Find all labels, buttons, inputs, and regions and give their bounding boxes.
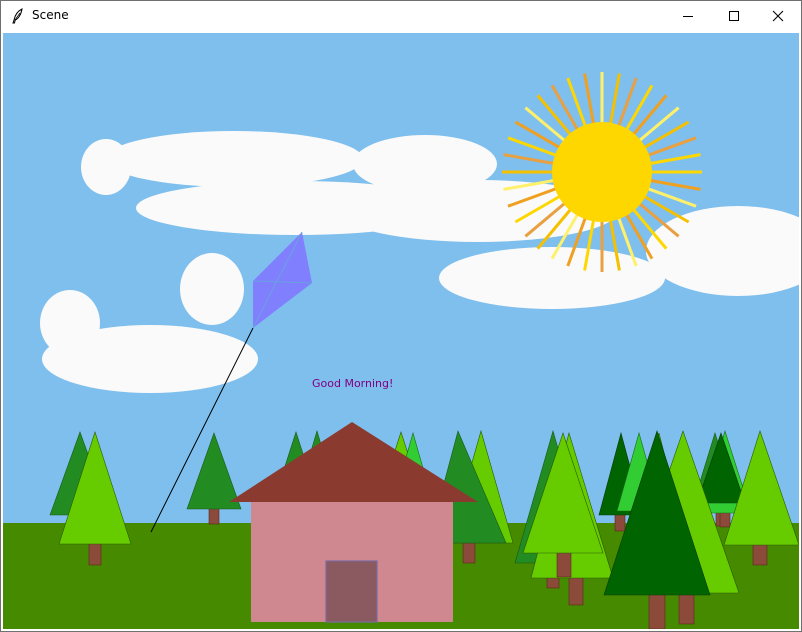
close-icon [772, 10, 784, 22]
tree-trunk [719, 510, 731, 528]
scene-drawing: Good Morning! [3, 33, 799, 629]
tree-trunk [462, 540, 476, 564]
close-button[interactable] [755, 1, 801, 31]
scene-canvas: Good Morning! [3, 33, 799, 629]
scene-window: Scene Good Morning! [0, 0, 802, 632]
title-bar[interactable]: Scene [1, 1, 801, 31]
cloud [180, 253, 244, 325]
maximize-button[interactable] [711, 1, 757, 31]
cloud [105, 131, 363, 187]
window-title: Scene [32, 8, 69, 22]
minimize-button[interactable] [665, 1, 711, 31]
cloud [81, 139, 131, 195]
house-door [325, 560, 378, 623]
sun [552, 122, 652, 222]
feather-icon [12, 8, 23, 24]
tree-trunk [88, 542, 102, 566]
minimize-icon [683, 16, 693, 17]
tree-trunk [556, 550, 572, 578]
tree-trunk [648, 592, 666, 629]
greeting-text: Good Morning! [312, 377, 393, 390]
maximize-icon [729, 11, 739, 21]
